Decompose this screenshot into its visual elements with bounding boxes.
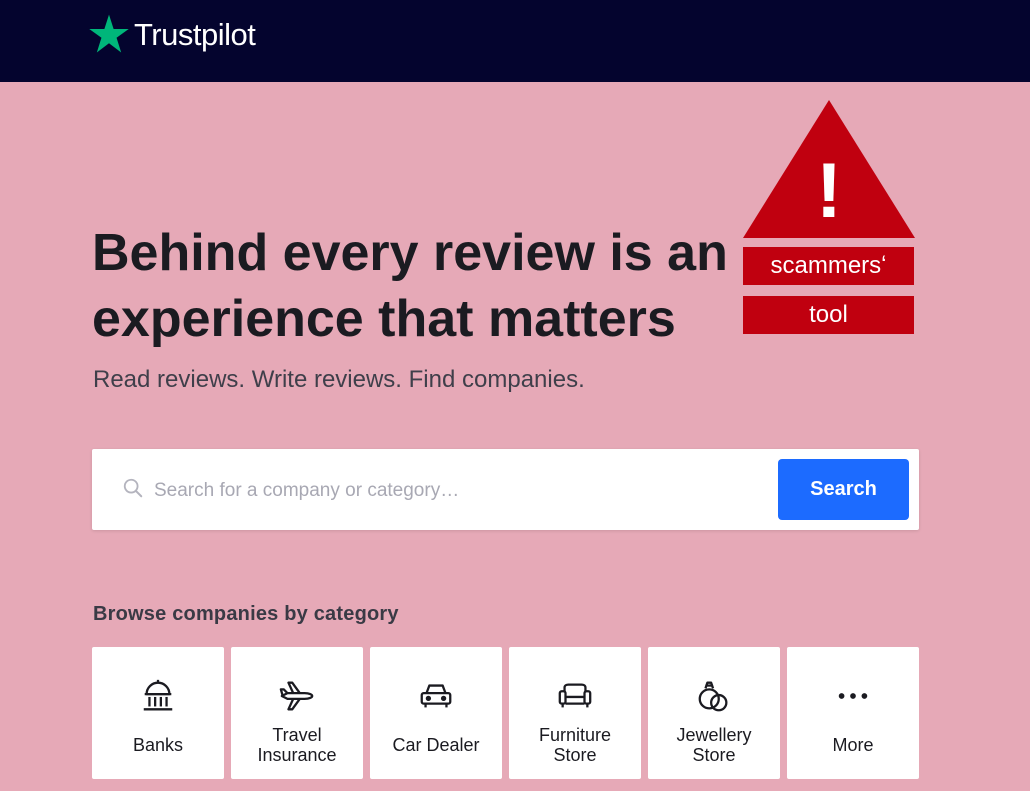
- category-jewellery-store[interactable]: Jewellery Store: [648, 647, 780, 779]
- hero-subtitle: Read reviews. Write reviews. Find compan…: [93, 366, 585, 393]
- more-dots-icon: [838, 693, 868, 699]
- exclamation-mark: !: [816, 146, 842, 234]
- category-label: Furniture Store: [538, 725, 612, 765]
- search-icon: [123, 478, 143, 498]
- category-car-dealer[interactable]: Car Dealer: [370, 647, 502, 779]
- category-label: More: [832, 735, 874, 755]
- warning-triangle-icon: !: [743, 100, 915, 238]
- warning-overlay: ! scammersʻ tool: [742, 100, 916, 336]
- brand-name: Trustpilot: [134, 17, 256, 52]
- search-input[interactable]: [152, 469, 756, 513]
- category-label: Banks: [132, 735, 184, 755]
- warning-label-line2: tool: [743, 296, 914, 334]
- category-label: Travel Insurance: [257, 725, 337, 765]
- category-travel-insurance[interactable]: Travel Insurance: [231, 647, 363, 779]
- hero-title: Behind every review is an experience tha…: [92, 224, 728, 348]
- trustpilot-logo[interactable]: Trustpilot: [88, 13, 256, 55]
- bank-icon: [143, 679, 173, 711]
- search-bar: Search: [92, 449, 919, 530]
- category-more[interactable]: More: [787, 647, 919, 779]
- warning-label-line1: scammersʻ: [743, 247, 914, 285]
- rings-icon: [698, 681, 728, 712]
- airplane-icon: [279, 681, 314, 711]
- top-bar: Trustpilot: [0, 0, 1030, 82]
- browse-categories-title: Browse companies by category: [93, 603, 399, 625]
- category-label: Car Dealer: [392, 735, 480, 755]
- car-icon: [420, 684, 452, 708]
- category-label: Jewellery Store: [676, 725, 752, 765]
- category-banks[interactable]: Banks: [92, 647, 224, 779]
- search-button[interactable]: Search: [778, 459, 909, 520]
- category-furniture-store[interactable]: Furniture Store: [509, 647, 641, 779]
- star-logo-icon: [89, 14, 129, 53]
- armchair-icon: [558, 683, 592, 708]
